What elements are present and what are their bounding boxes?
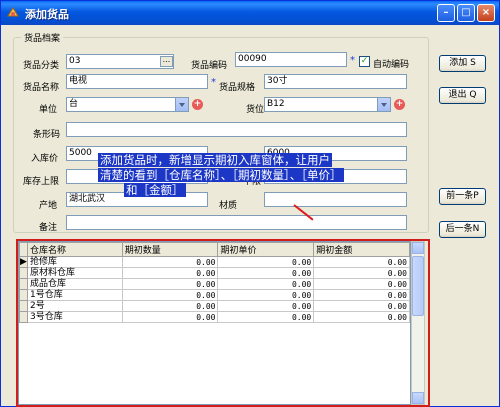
category-field[interactable]: 03 [66, 54, 174, 69]
name-label: 货品名称 [23, 83, 60, 93]
app-icon [7, 7, 19, 17]
code-required-mark: * [350, 55, 355, 66]
unit-select[interactable]: 台 [66, 97, 189, 112]
exit-button[interactable]: 退出 Q [439, 87, 486, 104]
origin-label: 产地 [39, 201, 58, 211]
barcode-label: 条形码 [33, 130, 61, 140]
category-label: 货品分类 [23, 61, 60, 71]
location-select[interactable]: B12 [264, 97, 391, 112]
code-label: 货品编码 [191, 61, 228, 71]
spec-field[interactable]: 30寸 [264, 74, 407, 89]
unit-label: 单位 [39, 105, 58, 115]
remark-field[interactable] [66, 215, 407, 230]
location-label: 货位 [246, 105, 265, 115]
remark-label: 备注 [39, 223, 58, 233]
grid-emphasis-frame [16, 239, 430, 407]
barcode-field[interactable] [66, 122, 407, 137]
name-field[interactable]: 电视 [66, 74, 208, 89]
auto-code-checkbox[interactable]: ✓ [359, 56, 370, 67]
auto-code-label: 自动编码 [373, 60, 410, 70]
prev-record-button[interactable]: 前一条P [439, 188, 486, 205]
name-required-mark: * [211, 77, 216, 88]
close-button[interactable]: × [477, 4, 495, 22]
next-record-button[interactable]: 后一条N [439, 221, 486, 238]
add-goods-window: 添加货品 – □ × 货品档案 货品分类 03 ... 货品编码 00090 *… [0, 0, 500, 407]
annotation-line-3: 和［金额］ [124, 183, 186, 197]
code-field[interactable]: 00090 [235, 52, 347, 67]
unit-add-icon[interactable]: + [192, 99, 203, 110]
location-add-icon[interactable]: + [394, 99, 405, 110]
minimize-button[interactable]: – [437, 4, 455, 22]
group-title: 货品档案 [21, 31, 64, 44]
category-browse-button[interactable]: ... [160, 56, 173, 67]
unit-dropdown-arrow-icon[interactable] [175, 98, 188, 111]
stock-upper-label: 库存上限 [23, 177, 60, 187]
annotation-line-2: 清楚的看到［仓库名称］、［期初数量］、［单价］ [98, 168, 344, 182]
add-button[interactable]: 添加 S [439, 55, 486, 72]
maximize-button[interactable]: □ [457, 4, 475, 22]
annotation-note: 添加货品时，新增显示期初入库窗体，让用户 清楚的看到［仓库名称］、［期初数量］、… [98, 153, 344, 198]
spec-label: 货品规格 [219, 83, 256, 93]
purchase-price-label: 入库价 [31, 154, 59, 164]
annotation-line-1: 添加货品时，新增显示期初入库窗体，让用户 [98, 153, 332, 167]
title-bar[interactable]: 添加货品 – □ × [1, 1, 499, 25]
window-title: 添加货品 [25, 8, 69, 21]
material-label: 材质 [219, 201, 238, 211]
location-dropdown-arrow-icon[interactable] [377, 98, 390, 111]
